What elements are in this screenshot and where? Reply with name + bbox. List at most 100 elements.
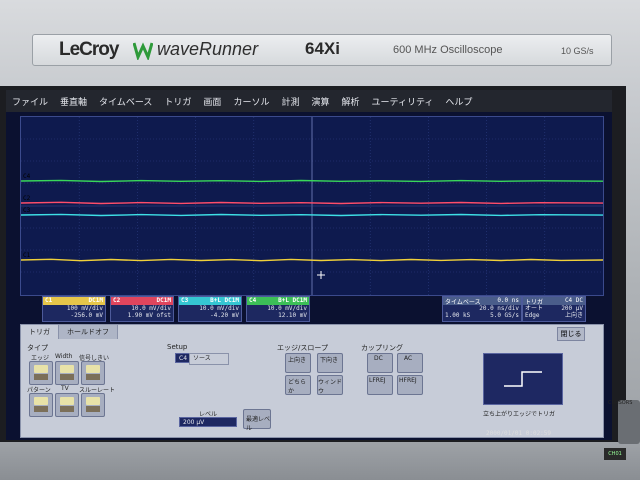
coupling-dc-label: DC [374,355,383,362]
channel-scale: 10.0 mV/div [199,305,239,312]
brand-bar: LeCroy waveRunner 64Xi 600 MHz Oscillosc… [32,34,612,66]
find-level-label: 最適レベル [246,416,271,432]
brand-maker: LeCroy [59,39,119,60]
channel-name: C1 [45,297,53,304]
waverunner-logo-icon [132,40,154,62]
trigger-slope: 上向き [564,312,583,319]
find-level-button[interactable]: 最適レベル [243,409,271,432]
menu-math[interactable]: 演算 [305,95,335,108]
slope-group-label: エッジ/スロープ [277,344,328,352]
channel-coupling: DC1M [156,297,171,304]
trace-c4 [21,179,603,183]
menu-measure[interactable]: 計測 [275,95,305,108]
level-field[interactable]: 200 μV [179,417,237,427]
slope-falling-button[interactable]: 下向き [317,353,343,373]
trigger-mode: オート [525,305,544,312]
menu-cursors[interactable]: カーソル [227,95,275,108]
slope-window-label: ウィンドウ [318,379,343,395]
led-indicator: CH01 [604,448,626,460]
preview-caption: 立ち上がりエッジでトリガ [483,411,556,418]
timebase-delay: 0.0 ns [497,297,519,304]
channel-coupling: B+L DC1M [278,297,307,304]
source-label: ソース [193,355,211,362]
timebase-samples: 1.00 kS [445,312,471,319]
knob-label: CURSORS [608,400,633,406]
channel-name: C3 [181,297,189,304]
trace-c2 [21,201,603,205]
source-select[interactable]: ソース [189,353,229,365]
waveform-traces [21,117,603,295]
waveform-grid[interactable]: C4 C2 C3 C1 [20,116,604,296]
brand-description: 600 MHz Oscilloscope [393,44,503,56]
close-button[interactable]: 閉じる [557,327,585,341]
channel-box-c3[interactable]: C3 B+L DC1M 10.0 mV/div -4.20 mV [178,296,242,322]
channel-offset: -4.20 mV [210,312,239,319]
channel-scale: 100 mV/div [66,305,103,312]
type-width-label: Width [55,353,73,360]
menu-trigger[interactable]: トリガ [158,95,197,108]
dialog-tabs: トリガ ホールドオフ [21,325,118,339]
channel-scale: 10.0 mV/div [131,305,171,312]
channel-offset: 12.10 mV [278,312,307,319]
scope-screen: ファイル 垂直軸 タイムベース トリガ 画面 カーソル 計測 演算 解析 ユーテ… [6,90,612,440]
channel-name: C4 [249,297,257,304]
trigger-channel: C4 DC [564,297,583,304]
channel-descriptors: C1 DC1M 100 mV/div -256.0 mV C2 DC1M 10.0 … [42,296,310,322]
trace-c3 [21,213,603,217]
timebase-label: タイムベース [445,299,481,306]
brand-series: waveRunner [157,39,259,59]
menu-timebase[interactable]: タイムベース [93,95,158,108]
coupling-ac-button[interactable]: AC [397,353,423,373]
channel-box-c1[interactable]: C1 DC1M 100 mV/div -256.0 mV [42,296,106,322]
menu-utilities[interactable]: ユーティリティ [366,95,440,108]
trigger-label: トリガ [525,299,544,306]
menu-file[interactable]: ファイル [6,95,54,108]
menu-display[interactable]: 画面 [197,95,227,108]
menu-vertical[interactable]: 垂直軸 [54,95,93,108]
coupling-hfrej-button[interactable]: HFREJ [397,375,423,395]
trace-label-c1: C1 [23,252,31,259]
brand-model: 64Xi [305,39,340,58]
slope-falling-label: 下向き [320,357,339,364]
type-width-button[interactable] [55,361,79,385]
trigger-level: 200 μV [561,305,583,312]
coupling-dc-button[interactable]: DC [367,353,393,373]
tab-trigger[interactable]: トリガ [21,325,59,339]
slope-either-button[interactable]: どちらか [285,375,311,395]
front-panel-bottom [0,442,640,480]
timebase-per-div: 20.0 ns/div [479,305,519,312]
tab-holdoff[interactable]: ホールドオフ [59,325,118,339]
coupling-lfrej-button[interactable]: LFREJ [367,375,393,395]
type-edge-button[interactable] [29,361,53,385]
type-slewrate-button[interactable] [81,393,105,417]
slope-rising-button[interactable]: 上向き [285,353,311,373]
coupling-ac-label: AC [404,355,413,362]
channel-box-c4[interactable]: C4 B+L DC1M 10.0 mV/div 12.10 mV [246,296,310,322]
slope-either-label: どちらか [288,379,307,395]
channel-offset: 1.90 mV ofst [127,312,171,319]
channel-offset: -256.0 mV [70,312,103,319]
trigger-setup-dialog: トリガ ホールドオフ 閉じる タイプ エッジ Width 信号しきい パターン … [20,324,604,438]
trace-label-c3: C3 [23,207,31,214]
trigger-descriptor[interactable]: トリガ C4 DC オート 200 μV Edge 上向き [522,296,586,322]
type-tv-button[interactable] [55,393,79,417]
trace-c1 [21,258,603,262]
coupling-group-label: カップリング [361,344,403,352]
channel-name: C2 [113,297,121,304]
slope-window-button[interactable]: ウィンドウ [317,375,343,395]
type-tv-label: TV [61,385,69,392]
type-glitch-button[interactable] [81,361,105,385]
type-pattern-button[interactable] [29,393,53,417]
trigger-preview [483,353,563,405]
menu-analysis[interactable]: 解析 [335,95,365,108]
channel-box-c2[interactable]: C2 DC1M 10.0 mV/div 1.90 mV ofst [110,296,174,322]
trace-label-c2: C2 [23,195,31,202]
menu-bar: ファイル 垂直軸 タイムベース トリガ 画面 カーソル 計測 演算 解析 ユーテ… [6,90,612,112]
cursors-knob[interactable]: CURSORS [608,400,640,444]
channel-scale: 10.0 mV/div [267,305,307,312]
trigger-type: Edge [525,312,540,319]
setup-group-label: Setup [167,343,188,351]
timebase-rate: 5.0 GS/s [490,312,519,319]
menu-help[interactable]: ヘルプ [439,95,478,108]
timebase-descriptor[interactable]: タイムベース 0.0 ns 20.0 ns/div 1.00 kS 5.0 GS/s [442,296,522,322]
